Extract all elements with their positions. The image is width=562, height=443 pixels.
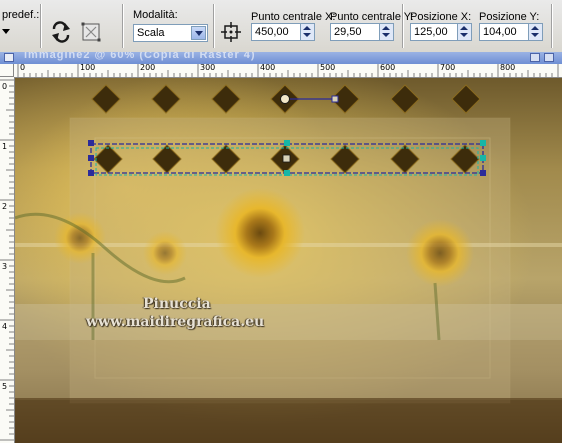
ruler-tick-label: 3 xyxy=(2,262,8,271)
separator xyxy=(551,4,552,48)
selection-handle[interactable] xyxy=(480,155,486,161)
rotation-handle[interactable] xyxy=(331,95,339,103)
vertical-ruler[interactable]: 0 1 2 3 4 5 xyxy=(0,77,15,443)
preset-label: predef.: xyxy=(2,9,40,21)
selection-handle[interactable] xyxy=(88,155,94,161)
position-y-field[interactable]: 104,00 xyxy=(479,23,543,41)
center-y-value: 29,50 xyxy=(334,26,362,38)
close-icon[interactable] xyxy=(544,53,554,62)
selection-handle[interactable] xyxy=(88,170,94,176)
maximize-icon[interactable] xyxy=(530,53,540,62)
center-x-stepper[interactable] xyxy=(300,24,314,40)
separator xyxy=(122,4,123,48)
ruler-tick-label: 200 xyxy=(140,64,156,72)
ruler-tick-label: 600 xyxy=(380,64,396,72)
ruler-tick-label: 4 xyxy=(2,322,8,331)
ruler-corner xyxy=(0,64,14,77)
position-x-stepper[interactable] xyxy=(457,24,471,40)
position-y-stepper[interactable] xyxy=(528,24,542,40)
center-x-value: 450,00 xyxy=(255,26,289,38)
mode-select[interactable]: Scala xyxy=(133,24,208,42)
preset-dropdown-icon[interactable] xyxy=(2,27,12,37)
ruler-tick-label: 1 xyxy=(2,142,8,151)
separator xyxy=(402,4,403,48)
ruler-tick-label: 0 xyxy=(20,64,26,72)
rotate-arrows-icon[interactable] xyxy=(50,21,72,43)
window-title-text: immagine2 @ 60% (Copia di Raster 4) xyxy=(24,52,256,61)
position-y-value: 104,00 xyxy=(483,26,517,38)
ruler-tick-label: 500 xyxy=(320,64,336,72)
watermark-url: www.maidiregrafica.eu xyxy=(86,314,265,330)
selection-handle[interactable] xyxy=(88,140,94,146)
ruler-tick-label: 700 xyxy=(440,64,456,72)
position-x-value: 125,00 xyxy=(414,26,448,38)
center-x-label: Punto centrale X: xyxy=(251,11,336,23)
center-target-icon[interactable] xyxy=(220,21,242,43)
ruler-tick-label: 400 xyxy=(260,64,276,72)
image-window-titlebar[interactable]: immagine2 @ 60% (Copia di Raster 4) xyxy=(0,52,562,64)
ruler-tick-label: 800 xyxy=(500,64,516,72)
center-handle[interactable] xyxy=(282,154,291,163)
center-y-stepper[interactable] xyxy=(379,24,393,40)
ruler-tick-label: 5 xyxy=(2,382,8,391)
separator xyxy=(40,4,41,48)
position-y-label: Posizione Y: xyxy=(479,11,540,23)
image-canvas[interactable]: Pinuccia www.maidiregrafica.eu xyxy=(15,78,562,443)
ruler-tick-label: 100 xyxy=(80,64,96,72)
free-transform-icon[interactable] xyxy=(80,21,102,43)
pivot-handle[interactable] xyxy=(280,94,290,104)
mode-select-value: Scala xyxy=(137,27,165,39)
mode-label: Modalità: xyxy=(133,9,178,21)
tool-options-bar: predef.: Modalità: Scala Punto centrale … xyxy=(0,0,562,53)
watermark-name: Pinuccia xyxy=(143,296,211,312)
selection-handle[interactable] xyxy=(284,140,290,146)
center-x-field[interactable]: 450,00 xyxy=(251,23,315,41)
chevron-down-icon[interactable] xyxy=(191,26,206,40)
selection-handle[interactable] xyxy=(480,170,486,176)
ruler-tick-label: 0 xyxy=(2,82,8,91)
separator xyxy=(213,4,214,48)
center-y-field[interactable]: 29,50 xyxy=(330,23,394,41)
window-icon xyxy=(4,53,14,62)
ruler-tick-label: 300 xyxy=(200,64,216,72)
sunflower-decoration xyxy=(215,188,305,278)
selection-handle[interactable] xyxy=(480,140,486,146)
selection-handle[interactable] xyxy=(284,170,290,176)
horizontal-ruler[interactable]: 0 100 200 300 400 500 600 700 800 xyxy=(14,64,562,78)
ruler-tick-label: 2 xyxy=(2,202,8,211)
position-x-field[interactable]: 125,00 xyxy=(410,23,472,41)
position-x-label: Posizione X: xyxy=(410,11,472,23)
